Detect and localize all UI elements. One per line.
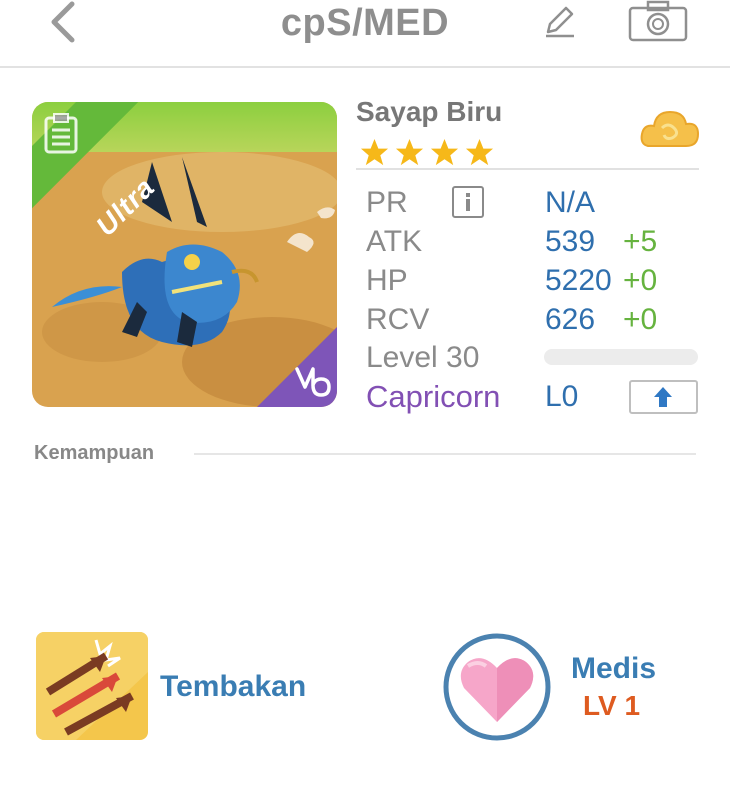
- atk-value: 539: [545, 225, 596, 258]
- header-divider: [356, 168, 699, 170]
- document-icon: [44, 113, 78, 154]
- skill-medic-icon[interactable]: [442, 632, 552, 742]
- section-divider: [194, 453, 696, 455]
- atk-bonus: +5: [623, 225, 658, 258]
- star-icon: [430, 138, 459, 166]
- skill-medic-level: LV 1: [583, 690, 641, 721]
- page-title: cpS/MED: [280, 2, 450, 44]
- capricorn-icon: [295, 367, 331, 397]
- info-button[interactable]: [452, 186, 484, 218]
- pr-value: N/A: [545, 186, 596, 219]
- atk-label: ATK: [366, 225, 423, 258]
- star-icon: [360, 138, 389, 166]
- hp-bonus: +0: [623, 264, 658, 297]
- rcv-label: RCV: [366, 303, 430, 336]
- zodiac-upgrade-button[interactable]: [629, 380, 698, 414]
- top-bar: cpS/MED: [0, 0, 730, 68]
- arrow-up-icon: [654, 387, 672, 407]
- info-icon: [466, 193, 470, 211]
- pencil-icon: [546, 6, 574, 38]
- star-rating: [360, 138, 494, 167]
- skill-shot-name: Tembakan: [160, 670, 307, 703]
- pr-label: PR: [366, 186, 408, 219]
- hp-value: 5220: [545, 264, 612, 297]
- zodiac-level: L0: [545, 380, 579, 413]
- camera-button[interactable]: [626, 0, 692, 44]
- skill-medic-name: Medis: [571, 652, 657, 685]
- section-title-abilities: Kemampuan: [34, 442, 155, 464]
- heart-icon: [443, 633, 551, 741]
- monster-portrait[interactable]: Ultra: [32, 102, 337, 407]
- monster-name: Sayap Biru: [356, 96, 503, 127]
- cloud-icon: [640, 110, 700, 147]
- rcv-bonus: +0: [623, 303, 658, 336]
- camera-icon: [628, 0, 688, 42]
- arrows-icon: [36, 632, 148, 740]
- zodiac-name: Capricorn: [366, 379, 501, 414]
- rcv-value: 626: [545, 303, 596, 336]
- hp-label: HP: [366, 264, 408, 297]
- star-icon: [465, 138, 494, 166]
- level-label: Level 30: [366, 341, 480, 374]
- skill-shot-icon[interactable]: [36, 632, 148, 740]
- edit-button[interactable]: [540, 4, 580, 40]
- level-progress-bar: [544, 349, 698, 365]
- star-icon: [395, 138, 424, 166]
